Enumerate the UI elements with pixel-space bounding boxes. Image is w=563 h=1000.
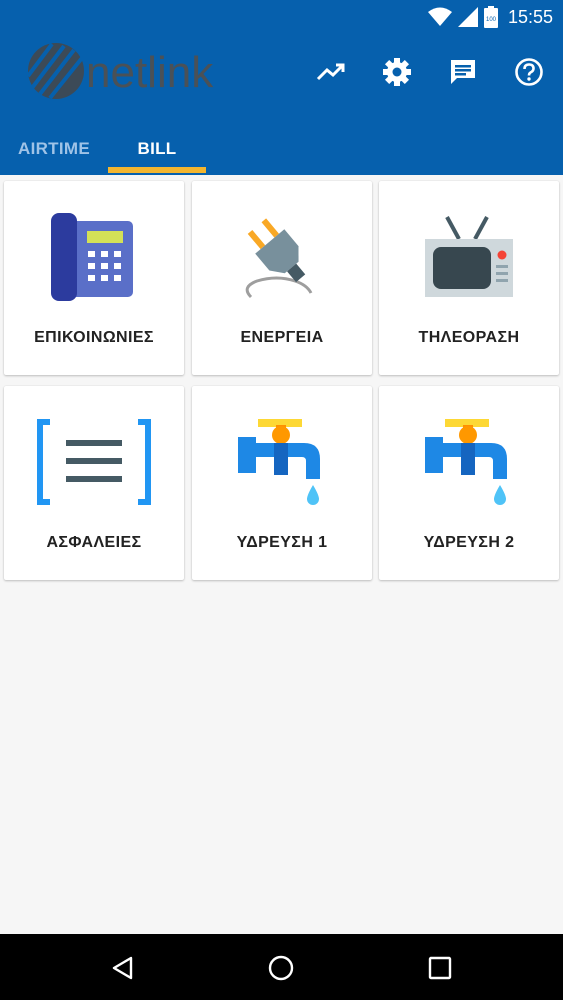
help-icon[interactable] (509, 52, 549, 92)
category-card-water-2[interactable]: ΥΔΡΕΥΣΗ 2 (379, 386, 559, 580)
netlink-logo: netlink (24, 38, 244, 104)
category-card-television[interactable]: ΤΗΛΕΟΡΑΣΗ (379, 181, 559, 375)
category-label: ΕΠΙΚΟΙΝΩΝΙΕΣ (34, 329, 154, 346)
status-bar: 100 15:55 (0, 0, 563, 34)
category-card-insurance[interactable]: ΑΣΦΑΛΕΙΕΣ (4, 386, 184, 580)
category-label: ΤΗΛΕΟΡΑΣΗ (418, 329, 520, 346)
telephone-icon (4, 201, 184, 311)
tab-selected-indicator (108, 167, 206, 173)
category-label: ΕΝΕΡΓΕΙΑ (240, 329, 324, 346)
status-icons: 100 15:55 (427, 4, 553, 30)
battery-icon: 100 (483, 6, 498, 28)
tab-bar: AIRTIME BILL (0, 123, 563, 175)
status-clock: 15:55 (507, 6, 553, 27)
category-card-communications[interactable]: ΕΠΙΚΟΙΝΩΝΙΕΣ (4, 181, 184, 375)
home-icon[interactable] (261, 948, 301, 988)
app-bar: netlink AIRTIME BILL (0, 34, 563, 175)
category-label: ΑΣΦΑΛΕΙΕΣ (46, 534, 142, 551)
logo-text: netlink (86, 48, 214, 97)
category-card-water-1[interactable]: ΥΔΡΕΥΣΗ 1 (192, 386, 372, 580)
category-label: ΥΔΡΕΥΣΗ 1 (236, 534, 328, 551)
television-icon (379, 201, 559, 311)
wifi-icon (427, 7, 452, 27)
battery-level: 100 (486, 17, 497, 23)
category-label: ΥΔΡΕΥΣΗ 2 (423, 534, 515, 551)
trend-chart-icon[interactable] (311, 52, 351, 92)
tab-airtime[interactable]: AIRTIME (0, 123, 108, 175)
category-card-energy[interactable]: ΕΝΕΡΓΕΙΑ (192, 181, 372, 375)
back-icon[interactable] (103, 948, 143, 988)
insurance-document-icon (4, 406, 184, 516)
logo-globe-icon (26, 42, 84, 100)
water-tap-icon (192, 406, 372, 516)
water-tap-icon (379, 406, 559, 516)
recents-icon[interactable] (420, 948, 460, 988)
power-plug-icon (192, 201, 372, 311)
system-nav-bar (0, 934, 563, 1000)
message-icon[interactable] (443, 52, 483, 92)
settings-gear-icon[interactable] (377, 52, 417, 92)
cellular-signal-icon (457, 7, 478, 27)
